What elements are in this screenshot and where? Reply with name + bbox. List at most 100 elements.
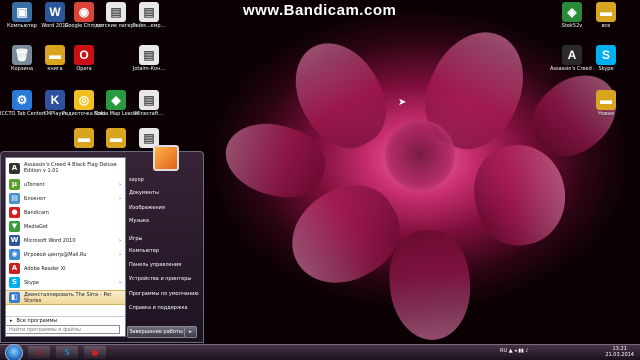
- start-menu-link[interactable]: Музыка: [129, 218, 149, 224]
- system-tray[interactable]: RU ▲ ◂ ▮▮ ♪: [500, 348, 529, 354]
- mouse-cursor-icon: ➤: [398, 97, 407, 108]
- clock-date: 21.03.2014: [605, 352, 634, 358]
- document-icon: ▤: [139, 45, 159, 65]
- start-menu-link[interactable]: Справка и поддержка: [129, 305, 188, 311]
- start-menu-programs-pane: A Assassin's Creed 4 Black Flag Deluxe Ed…: [5, 157, 126, 337]
- desktop-shortcut-label: Opera: [76, 66, 92, 72]
- desktop-shortcut-label: Minecraft...: [134, 111, 164, 117]
- desktop-wallpaper: www.Bandicam.com ➤ ▣ Компьютер W Word 2010 ◉…: [0, 0, 640, 360]
- start-menu-program-item[interactable]: µ uTorrent ›: [6, 178, 125, 191]
- notepad-icon: ▤: [9, 193, 20, 204]
- program-label: Деинсталлировать The Sims - Pet Stories: [24, 291, 112, 304]
- triangle-right-icon: ▸: [10, 318, 13, 324]
- desktop-shortcut[interactable]: ▤ Гейм...емр...: [127, 2, 171, 29]
- folder-icon: ▬: [74, 128, 94, 148]
- desktop-shortcut[interactable]: S Skype: [584, 45, 628, 72]
- opera-icon: O: [35, 348, 43, 357]
- computer-icon: ▣: [12, 2, 32, 22]
- skype-icon: S: [64, 348, 70, 357]
- clock[interactable]: 13:21 21.03.2014: [605, 346, 634, 358]
- wallpaper-petal: [385, 226, 475, 344]
- program-label: Adobe Reader XI: [24, 265, 66, 272]
- map-icon: ◆: [106, 90, 126, 110]
- document-icon: ▤: [139, 90, 159, 110]
- shutdown-options-arrow[interactable]: ▸: [184, 326, 197, 338]
- document-icon: ▤: [139, 2, 159, 22]
- start-menu-program-item[interactable]: ◉ Игровой центр@Mail.Ru ›: [6, 248, 125, 261]
- program-label: Bandicam: [24, 209, 49, 216]
- folder-icon: ▬: [596, 2, 616, 22]
- folder-icon: ▬: [106, 128, 126, 148]
- tool-icon: ⚙: [12, 90, 32, 110]
- start-menu-program-item[interactable]: W Microsoft Word 2010 ›: [6, 234, 125, 247]
- desktop-shortcut-label: Skype: [598, 66, 614, 72]
- utorrent-icon: µ: [9, 179, 20, 190]
- recycle-bin-icon: 🗑: [12, 45, 32, 65]
- program-label: Блокнот: [24, 195, 46, 202]
- desktop-shortcut[interactable]: ▤ Minecraft...: [127, 90, 171, 117]
- desktop-shortcut-label: Гейм...емр...: [132, 23, 166, 29]
- skype-icon: S: [596, 45, 616, 65]
- start-search-input[interactable]: Найти программы и файлы: [5, 325, 120, 334]
- start-menu-program-item[interactable]: A Assassin's Creed 4 Black Flag Deluxe Ed…: [6, 160, 125, 176]
- taskbar: O S ● RU ▲ ◂ ▮▮ ♪ 13:21 21.03.2014: [0, 344, 640, 360]
- desktop-shortcut-label: Новая: [598, 111, 614, 117]
- start-button[interactable]: [5, 344, 23, 360]
- game-center-icon: ◉: [9, 249, 20, 260]
- submenu-arrow-icon: ›: [119, 251, 121, 258]
- game-icon: ◈: [562, 2, 582, 22]
- mediaget-icon: ▼: [9, 221, 20, 232]
- start-menu-program-item[interactable]: A Adobe Reader XI: [6, 262, 125, 275]
- start-menu-link[interactable]: Программы по умолчанию: [129, 291, 199, 297]
- radio-icon: ◎: [74, 90, 94, 110]
- bandicam-icon: ●: [91, 348, 99, 357]
- shutdown-button[interactable]: Завершение работы: [127, 326, 185, 338]
- flower-center: [385, 120, 455, 190]
- start-menu-program-item[interactable]: S Skype ›: [6, 276, 125, 289]
- assassins-creed-icon: A: [9, 162, 20, 174]
- bandicam-watermark: www.Bandicam.com: [243, 2, 397, 19]
- start-menu-program-item[interactable]: ● Bandicam: [6, 206, 125, 219]
- taskbar-app-button[interactable]: O: [28, 346, 50, 359]
- folder-icon: ▬: [596, 90, 616, 110]
- bandicam-icon: ●: [9, 207, 20, 218]
- start-menu-link[interactable]: Документы: [129, 190, 159, 196]
- program-label: uTorrent: [24, 181, 45, 188]
- start-menu-link[interactable]: Игры: [129, 236, 143, 242]
- submenu-arrow-icon: ›: [119, 195, 121, 202]
- start-menu-program-item[interactable]: ◧ Деинсталлировать The Sims - Pet Stories: [6, 290, 125, 305]
- desktop-shortcut[interactable]: O Opera: [62, 45, 106, 72]
- adobe-reader-icon: A: [9, 263, 20, 274]
- start-menu-link[interactable]: sayop: [129, 177, 144, 183]
- start-menu-link[interactable]: Устройства и принтеры: [129, 276, 191, 282]
- document-icon: ▤: [106, 2, 126, 22]
- program-label: Игровой центр@Mail.Ru: [24, 251, 87, 258]
- word-icon: W: [9, 235, 20, 246]
- desktop-shortcut-label: все: [601, 23, 611, 29]
- start-menu: A Assassin's Creed 4 Black Flag Deluxe Ed…: [0, 145, 204, 343]
- start-menu-program-item[interactable]: ▼ MediaGet: [6, 220, 125, 233]
- taskbar-app-button[interactable]: S: [56, 346, 78, 359]
- submenu-arrow-icon: ›: [119, 181, 121, 188]
- desktop-shortcut[interactable]: ▤ Jotaim-Кон...: [127, 45, 171, 72]
- uninstall-icon: ◧: [9, 292, 20, 303]
- opera-icon: O: [74, 45, 94, 65]
- desktop-shortcut[interactable]: ▬ Новая: [584, 90, 628, 117]
- start-menu-link[interactable]: Компьютер: [129, 248, 159, 254]
- program-label: Microsoft Word 2010: [24, 237, 76, 244]
- assassins-creed-icon: A: [562, 45, 582, 65]
- program-label: Assassin's Creed 4 Black Flag Deluxe Edi…: [24, 162, 117, 174]
- taskbar-app-button[interactable]: ●: [84, 346, 106, 359]
- all-programs-label: Все программы: [16, 318, 58, 324]
- submenu-arrow-icon: ›: [119, 279, 121, 286]
- start-menu-link[interactable]: Изображения: [129, 205, 165, 211]
- submenu-arrow-icon: ›: [119, 237, 121, 244]
- desktop-shortcut[interactable]: ▬ все: [584, 2, 628, 29]
- skype-icon: S: [9, 277, 20, 288]
- start-menu-program-item[interactable]: ▤ Блокнот ›: [6, 192, 125, 205]
- user-avatar[interactable]: [153, 145, 179, 171]
- desktop-shortcut-label: Jotaim-Кон...: [132, 66, 166, 72]
- start-menu-link[interactable]: Панель управления: [129, 262, 181, 268]
- program-label: MediaGet: [24, 223, 48, 230]
- chrome-icon: ◉: [74, 2, 94, 22]
